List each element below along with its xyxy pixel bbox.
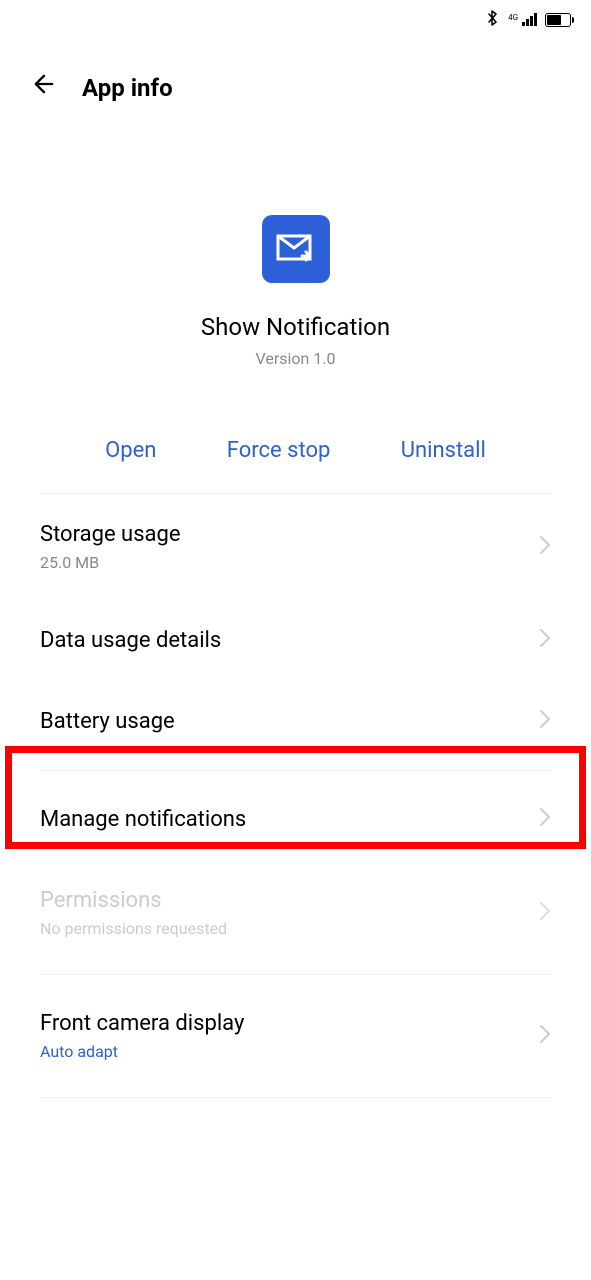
- chevron-right-icon: [539, 628, 551, 653]
- page-title: App info: [82, 74, 173, 102]
- front-camera-item[interactable]: Front camera display Auto adapt: [40, 983, 551, 1089]
- chevron-right-icon: [539, 1024, 551, 1049]
- data-usage-title: Data usage details: [40, 628, 221, 653]
- app-name: Show Notification: [201, 313, 390, 341]
- front-camera-title: Front camera display: [40, 1011, 244, 1036]
- chevron-right-icon: [539, 709, 551, 734]
- chevron-right-icon: [539, 807, 551, 832]
- storage-usage-item[interactable]: Storage usage 25.0 MB: [40, 494, 551, 600]
- action-buttons: Open Force stop Uninstall: [40, 408, 551, 494]
- divider: [40, 974, 551, 975]
- settings-list: Storage usage 25.0 MB Data usage details…: [0, 494, 591, 1098]
- storage-subtitle: 25.0 MB: [40, 553, 181, 572]
- chevron-right-icon: [539, 901, 551, 926]
- signal-icon: [522, 12, 537, 26]
- back-arrow-icon[interactable]: [30, 70, 58, 105]
- app-info-section: Show Notification Version 1.0: [0, 125, 591, 408]
- permissions-subtitle: No permissions requested: [40, 919, 227, 938]
- app-version: Version 1.0: [255, 349, 335, 368]
- battery-icon: [545, 13, 571, 27]
- open-button[interactable]: Open: [105, 438, 156, 463]
- divider: [40, 1097, 551, 1098]
- status-bar: 4G: [0, 0, 591, 40]
- front-camera-subtitle: Auto adapt: [40, 1042, 244, 1061]
- storage-title: Storage usage: [40, 522, 181, 547]
- data-usage-item[interactable]: Data usage details: [40, 600, 551, 681]
- app-icon: [262, 215, 330, 283]
- uninstall-button[interactable]: Uninstall: [401, 438, 486, 463]
- chevron-right-icon: [539, 535, 551, 560]
- divider: [40, 770, 551, 771]
- permissions-item[interactable]: Permissions No permissions requested: [40, 860, 551, 966]
- force-stop-button[interactable]: Force stop: [227, 438, 331, 463]
- battery-usage-item[interactable]: Battery usage: [40, 681, 551, 762]
- battery-title: Battery usage: [40, 709, 175, 734]
- notifications-title: Manage notifications: [40, 807, 246, 832]
- bluetooth-icon: [486, 10, 500, 30]
- manage-notifications-item[interactable]: Manage notifications: [40, 779, 551, 860]
- permissions-title: Permissions: [40, 888, 227, 913]
- header: App info: [0, 40, 591, 125]
- network-label: 4G: [508, 11, 537, 30]
